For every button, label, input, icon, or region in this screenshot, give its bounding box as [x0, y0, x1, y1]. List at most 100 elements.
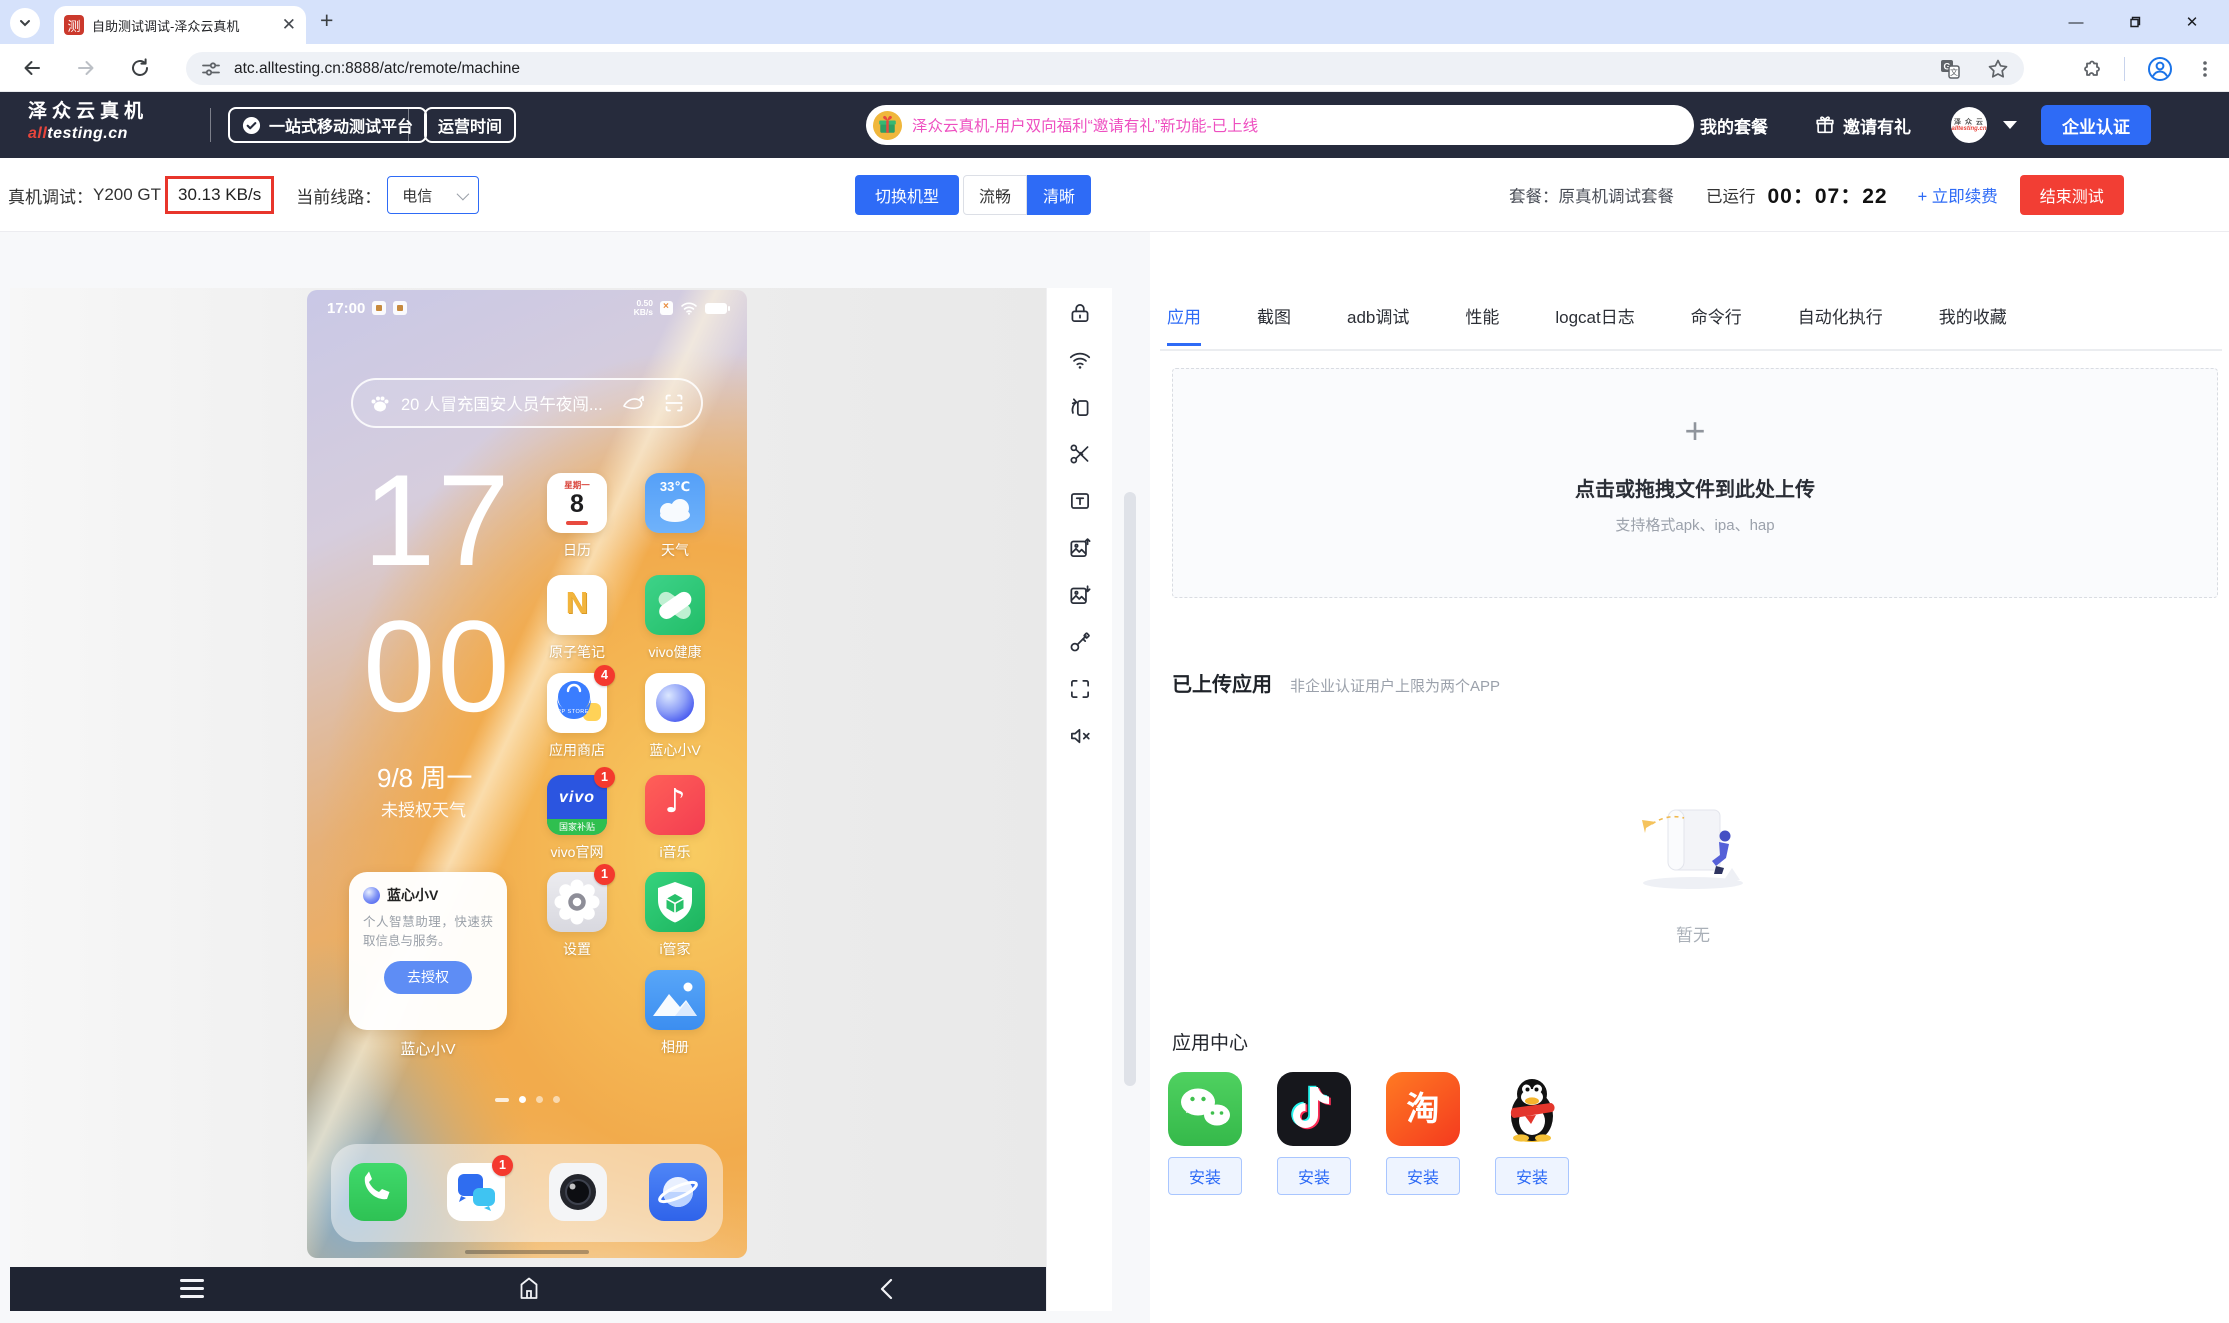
line-select[interactable]: 电信: [387, 176, 479, 214]
tab-favorites[interactable]: 我的收藏: [1939, 303, 2007, 346]
app-album[interactable]: 相册: [645, 970, 705, 1057]
minimize-button[interactable]: —: [2047, 14, 2105, 31]
mute-icon[interactable]: [1067, 723, 1093, 749]
maximize-button[interactable]: [2105, 15, 2163, 29]
install-taobao-button[interactable]: 安装: [1386, 1157, 1460, 1195]
net-speed: 0.50KB/s: [634, 299, 653, 318]
panel-tabs: 应用 截图 adb调试 性能 logcat日志 命令行 自动化执行 我的收藏: [1167, 303, 2007, 346]
home-indicator: [465, 1250, 589, 1254]
text-input-icon[interactable]: [1067, 488, 1093, 514]
app-settings[interactable]: 1 设置: [547, 872, 607, 959]
browser-tab[interactable]: 测 自助测试调试-泽众云真机 ✕: [54, 6, 306, 44]
translate-icon[interactable]: G文: [1938, 57, 1962, 81]
upload-dropzone[interactable]: + 点击或拖拽文件到此处上传 支持格式apk、ipa、hap: [1172, 368, 2218, 598]
browser-toolbar: atc.alltesting.cn:8888/atc/remote/machin…: [0, 44, 2229, 92]
nav-my-plans[interactable]: 我的套餐: [1700, 113, 1768, 138]
bluev-orb-icon: [363, 887, 380, 904]
device-info: 真机调试： Y200 GT 30.13 KB/s 当前线路： 电信: [8, 158, 479, 232]
screenshot-cut-icon[interactable]: [1067, 441, 1093, 467]
page-scrollbar[interactable]: [1124, 492, 1136, 1086]
browser-actions: [2078, 56, 2215, 82]
url-bar[interactable]: atc.alltesting.cn:8888/atc/remote/machin…: [186, 52, 2024, 85]
url-text[interactable]: atc.alltesting.cn:8888/atc/remote/machin…: [234, 60, 1938, 78]
tab-app[interactable]: 应用: [1167, 303, 1201, 346]
recent-apps-button[interactable]: [180, 1279, 204, 1303]
reload-icon[interactable]: [128, 56, 152, 80]
tab-cli[interactable]: 命令行: [1691, 303, 1742, 346]
quality-clear-button[interactable]: 清晰: [1027, 175, 1091, 215]
app-store[interactable]: 4 APP STORE 应用商店: [547, 673, 607, 760]
tab-screenshot[interactable]: 截图: [1257, 303, 1291, 346]
back-icon[interactable]: [20, 56, 44, 80]
home-button[interactable]: [516, 1275, 542, 1301]
scan-icon[interactable]: [663, 392, 685, 414]
announcement-banner[interactable]: 泽众云真机-用户双向福利“邀请有礼”新功能-已上线: [866, 105, 1694, 145]
app-imusic[interactable]: ♪ i音乐: [645, 775, 705, 862]
assistant-card[interactable]: 蓝心小V 个人智慧助理，快速获取信息与服务。 去授权: [349, 872, 507, 1030]
tab-automation[interactable]: 自动化执行: [1798, 303, 1883, 346]
renew-link[interactable]: + 立即续费: [1918, 183, 1998, 207]
enterprise-auth-button[interactable]: 企业认证: [2041, 105, 2151, 145]
new-tab-button[interactable]: +: [320, 7, 333, 34]
image-upload-icon[interactable]: [1067, 535, 1093, 561]
tab-close-icon[interactable]: ✕: [282, 15, 296, 35]
install-qq-button[interactable]: 安装: [1495, 1157, 1569, 1195]
close-button[interactable]: ✕: [2163, 13, 2221, 31]
phone-mirror[interactable]: 17:00 0.50KB/s 20 人冒充国安人员午夜闯... 17 00 9/…: [307, 290, 747, 1258]
menu-kebab-icon[interactable]: [2195, 59, 2215, 79]
device-screen-viewer[interactable]: 17:00 0.50KB/s 20 人冒充国安人员午夜闯... 17 00 9/…: [10, 288, 1046, 1311]
end-test-button[interactable]: 结束测试: [2020, 175, 2124, 215]
forward-icon[interactable]: [74, 56, 98, 80]
tab-logcat[interactable]: logcat日志: [1555, 303, 1634, 346]
dock-browser-app[interactable]: [649, 1163, 707, 1221]
nav-invite[interactable]: 邀请有礼: [1814, 113, 1911, 138]
site-logo[interactable]: 泽众云真机 alltesting.cn: [28, 101, 148, 143]
douyin-icon[interactable]: [1277, 1072, 1351, 1146]
recorder-icon: [393, 301, 407, 315]
bookmark-star-icon[interactable]: [1986, 57, 2010, 81]
tab-performance[interactable]: 性能: [1465, 303, 1499, 346]
dock-phone-app[interactable]: [349, 1163, 407, 1221]
quality-smooth-button[interactable]: 流畅: [963, 175, 1027, 215]
app-bluev[interactable]: 蓝心小V: [645, 673, 705, 760]
app-vivo-health[interactable]: vivo健康: [645, 575, 705, 662]
taobao-icon[interactable]: 淘: [1386, 1072, 1460, 1146]
tab-search-button[interactable]: [10, 8, 40, 38]
lock-screen-icon[interactable]: [1067, 300, 1093, 326]
wifi-settings-icon[interactable]: [1067, 347, 1093, 373]
phone-search-bar[interactable]: 20 人冒充国安人员午夜闯...: [351, 378, 703, 428]
wechat-icon[interactable]: [1168, 1072, 1242, 1146]
hours-badge[interactable]: 运营时间: [424, 107, 516, 143]
site-settings-icon[interactable]: [200, 58, 222, 80]
image-download-icon[interactable]: [1067, 582, 1093, 608]
nav-machine-plans[interactable]: 真机套餐: [1586, 113, 1654, 138]
music-note-icon: ♪: [645, 781, 705, 820]
adb-key-icon[interactable]: [1067, 629, 1093, 655]
install-wechat-button[interactable]: 安装: [1168, 1157, 1242, 1195]
rotate-screen-icon[interactable]: [1067, 394, 1093, 420]
install-douyin-button[interactable]: 安装: [1277, 1157, 1351, 1195]
extensions-icon[interactable]: [2078, 57, 2102, 81]
fullscreen-icon[interactable]: [1067, 676, 1093, 702]
switch-device-button[interactable]: 切换机型: [855, 175, 959, 215]
debug-label: 真机调试：: [8, 183, 93, 208]
plan-text: 套餐：原真机调试套餐: [1509, 183, 1674, 207]
app-vivo-site[interactable]: 1 vivo 国家补贴 vivo官网: [547, 775, 607, 862]
avatar-caret-icon[interactable]: [2003, 121, 2017, 129]
dock-camera-app[interactable]: [549, 1163, 607, 1221]
header-nav: 真机套餐 我的套餐 邀请有礼 泽 众 云alltesting.cn 企业认证: [1586, 92, 2151, 158]
tab-adb[interactable]: adb调试: [1347, 303, 1409, 346]
profile-icon[interactable]: [2147, 56, 2173, 82]
app-notes[interactable]: N 原子笔记: [547, 575, 607, 662]
avatar[interactable]: 泽 众 云alltesting.cn: [1951, 107, 1987, 143]
dock-messages-app[interactable]: 1: [447, 1163, 505, 1221]
device-name: Y200 GT: [93, 185, 161, 205]
back-button[interactable]: [876, 1277, 898, 1301]
app-weather[interactable]: 33℃ 天气: [645, 473, 705, 560]
app-calendar[interactable]: 星期一8 日历: [547, 473, 607, 560]
app-iguard[interactable]: i管家: [645, 872, 705, 959]
authorize-button[interactable]: 去授权: [384, 961, 472, 994]
platform-badge: 一站式移动测试平台: [228, 107, 427, 143]
qq-icon[interactable]: [1495, 1072, 1569, 1146]
speed-annotation: 30.13 KB/s: [165, 176, 274, 214]
